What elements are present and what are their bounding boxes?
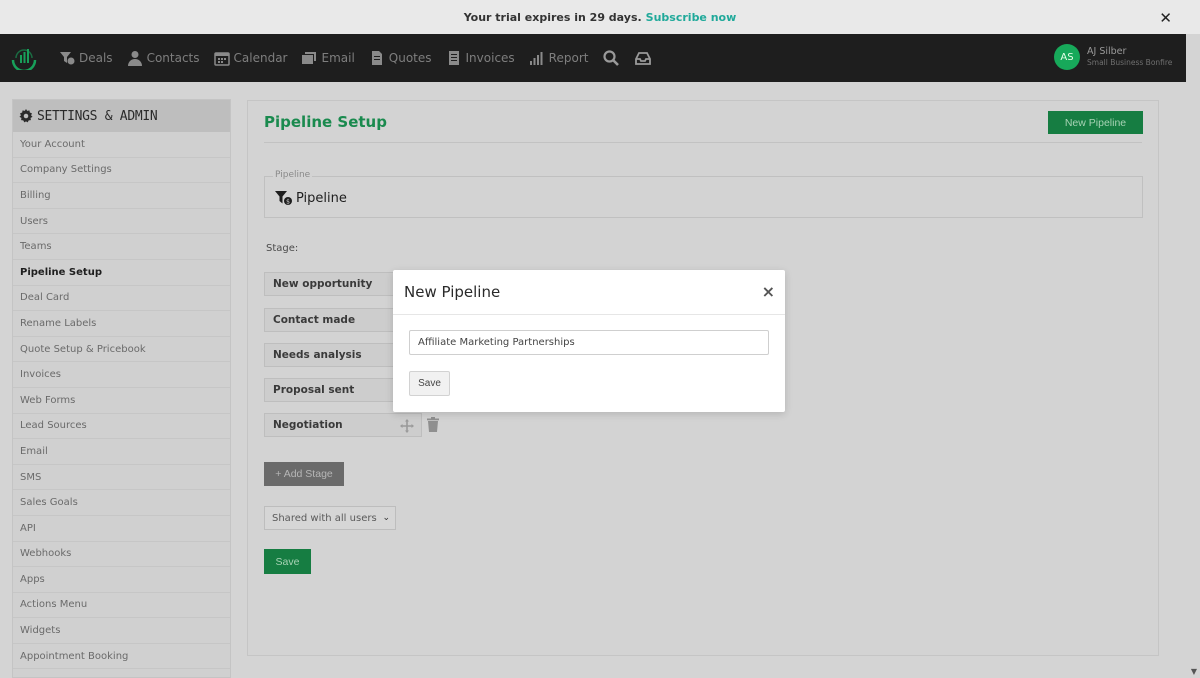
invoices-document-icon (445, 49, 463, 67)
nav-report[interactable]: Report (528, 49, 589, 67)
user-name: AJ Silber (1087, 46, 1127, 57)
sidebar-item[interactable]: Email (13, 439, 230, 465)
inbox-icon[interactable] (633, 48, 653, 68)
sidebar-item[interactable]: Actions Menu (13, 593, 230, 619)
gear-icon (19, 109, 33, 123)
avatar: AS (1054, 44, 1080, 70)
user-menu[interactable]: AS AJ Silber Small Business Bonfire (1054, 44, 1172, 70)
sidebar-item[interactable]: Widgets (13, 618, 230, 644)
modal-save-button[interactable]: Save (409, 371, 450, 396)
subscribe-link[interactable]: Subscribe now (646, 11, 737, 24)
quotes-document-icon (368, 49, 386, 67)
new-pipeline-modal: New Pipeline × Save (393, 270, 785, 412)
user-org: Small Business Bonfire (1087, 58, 1173, 67)
sidebar-item[interactable]: Teams (13, 234, 230, 260)
nav-contacts-label: Contacts (146, 51, 200, 65)
deals-funnel-icon (58, 49, 76, 67)
stage-label: Stage: (266, 243, 299, 254)
stage-item[interactable]: Negotiation (264, 413, 422, 437)
trial-text: Your trial expires in 29 days. (463, 10, 642, 24)
sidebar-item[interactable]: Apps (13, 567, 230, 593)
move-arrows-icon[interactable] (400, 418, 414, 433)
close-banner-icon[interactable]: ✕ (1159, 9, 1172, 27)
pipeline-legend: Pipeline (273, 170, 313, 180)
sidebar-title: SETTINGS & ADMIN (37, 108, 158, 124)
chevron-down-icon: ⌄ (382, 513, 390, 523)
email-icon (300, 49, 318, 67)
sidebar-item[interactable]: Pipeline Setup (13, 260, 230, 286)
sidebar-item[interactable]: Your Account (13, 132, 230, 158)
deals-funnel-icon: $ (275, 191, 292, 206)
page-scrollbar[interactable]: ▼ (1186, 82, 1200, 678)
nav-calendar[interactable]: Calendar (213, 49, 288, 67)
sidebar-list: Your Account Company Settings Billing Users… (13, 132, 230, 670)
sidebar-item[interactable]: Deal Card (13, 286, 230, 312)
nav-deals-label: Deals (79, 51, 113, 65)
new-pipeline-button[interactable]: New Pipeline (1048, 111, 1143, 134)
modal-title: New Pipeline (404, 283, 501, 301)
pipeline-value: $ Pipeline (275, 190, 347, 206)
sidebar-item[interactable]: SMS (13, 465, 230, 491)
nav-quotes[interactable]: Quotes (368, 49, 432, 67)
sidebar-item[interactable]: Invoices (13, 362, 230, 388)
search-icon[interactable] (601, 48, 621, 68)
pipeline-name-input[interactable] (409, 330, 769, 355)
add-stage-button[interactable]: + Add Stage (264, 462, 344, 486)
sidebar-item[interactable]: Billing (13, 183, 230, 209)
modal-divider (393, 314, 785, 315)
sidebar-item[interactable]: Users (13, 209, 230, 235)
contacts-person-icon (126, 49, 144, 67)
close-icon[interactable]: × (762, 282, 775, 301)
nav-contacts[interactable]: Contacts (126, 49, 200, 67)
nav-deals[interactable]: Deals (58, 49, 113, 67)
calendar-icon (213, 49, 231, 67)
sidebar-item[interactable]: Sales Goals (13, 490, 230, 516)
save-button[interactable]: Save (264, 549, 311, 574)
sidebar-item[interactable]: Quote Setup & Pricebook (13, 337, 230, 363)
nav-invoices[interactable]: Invoices (445, 49, 515, 67)
top-nav: Deals Contacts Calendar Email Quotes Inv… (0, 34, 1186, 82)
nav-email-label: Email (321, 51, 355, 65)
sidebar-item[interactable]: Web Forms (13, 388, 230, 414)
pipeline-field[interactable]: Pipeline $ Pipeline (264, 170, 1143, 218)
page-title: Pipeline Setup (264, 113, 387, 131)
pipeline-value-text: Pipeline (296, 190, 347, 206)
sidebar-item[interactable]: Lead Sources (13, 414, 230, 440)
sharing-select-value: Shared with all users (272, 512, 377, 524)
settings-sidebar: SETTINGS & ADMIN Your Account Company Set… (12, 99, 231, 678)
user-info: AJ Silber Small Business Bonfire (1087, 46, 1172, 68)
nav-quotes-label: Quotes (388, 51, 432, 65)
svg-text:$: $ (286, 199, 290, 206)
sidebar-item[interactable]: Appointment Booking (13, 644, 230, 670)
scroll-down-icon[interactable]: ▼ (1191, 667, 1197, 676)
sidebar-item[interactable]: Company Settings (13, 158, 230, 184)
sidebar-header: SETTINGS & ADMIN (13, 100, 230, 132)
app-logo-icon[interactable] (10, 46, 38, 73)
trial-banner: Your trial expires in 29 days. Subscribe… (0, 0, 1200, 34)
sidebar-item[interactable]: API (13, 516, 230, 542)
sidebar-item[interactable]: Rename Labels (13, 311, 230, 337)
sidebar-item[interactable]: Webhooks (13, 542, 230, 568)
nav-report-label: Report (548, 51, 589, 65)
nav-items: Deals Contacts Calendar Email Quotes Inv… (58, 34, 665, 82)
report-bars-icon (528, 49, 546, 67)
title-divider (264, 142, 1142, 143)
nav-email[interactable]: Email (300, 49, 355, 67)
trash-icon[interactable] (427, 417, 439, 432)
sharing-select[interactable]: Shared with all users ⌄ (264, 506, 396, 530)
nav-invoices-label: Invoices (465, 51, 515, 65)
nav-calendar-label: Calendar (233, 51, 288, 65)
